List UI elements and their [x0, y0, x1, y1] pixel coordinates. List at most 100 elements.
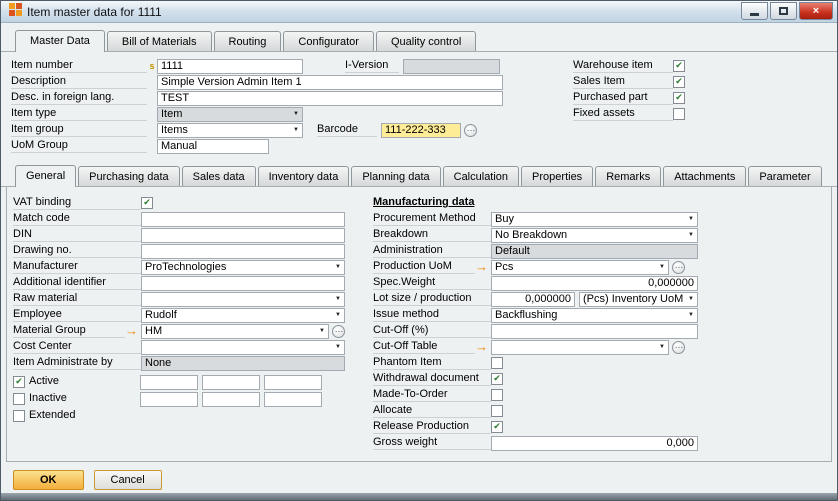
- tab-calculation[interactable]: Calculation: [443, 166, 519, 186]
- tab-configurator[interactable]: Configurator: [283, 31, 374, 51]
- dropdown-arrow-icon[interactable]: ▼: [656, 344, 665, 350]
- dropdown-arrow-icon[interactable]: ▼: [332, 264, 341, 270]
- purchased-part-checkbox[interactable]: ✔: [673, 92, 685, 104]
- release-production-row: Release Production ✔: [373, 419, 698, 435]
- sales-item-checkbox[interactable]: ✔: [673, 76, 685, 88]
- active-range-field-2[interactable]: [202, 375, 260, 390]
- item-type-select[interactable]: Item ▼: [157, 107, 303, 122]
- link-arrow-icon[interactable]: →: [125, 325, 138, 337]
- dropdown-arrow-icon[interactable]: ▼: [332, 312, 341, 318]
- lot-size-uom-select[interactable]: (Pcs) Inventory UoM ▼: [579, 292, 698, 307]
- dropdown-arrow-icon[interactable]: ▼: [290, 127, 299, 133]
- fixed-assets-row: Fixed assets: [573, 106, 685, 122]
- dropdown-arrow-icon[interactable]: ▼: [332, 296, 341, 302]
- dropdown-arrow-icon[interactable]: ▼: [685, 232, 694, 238]
- dropdown-arrow-icon[interactable]: ▼: [316, 328, 325, 334]
- item-administrate-by-field[interactable]: [141, 356, 345, 371]
- tab-routing[interactable]: Routing: [214, 31, 282, 51]
- production-uom-selector-icon[interactable]: …: [672, 261, 685, 274]
- withdrawal-document-checkbox[interactable]: ✔: [491, 373, 503, 385]
- detail-tabstrip: General Purchasing data Sales data Inven…: [1, 165, 837, 187]
- link-arrow-icon[interactable]: →: [475, 261, 488, 273]
- material-group-label-cell: Material Group →: [13, 324, 141, 338]
- gross-weight-row: Gross weight: [373, 435, 698, 451]
- tab-general[interactable]: General: [15, 165, 76, 187]
- link-arrow-icon[interactable]: →: [475, 341, 488, 353]
- dropdown-arrow-icon[interactable]: ▼: [656, 264, 665, 270]
- made-to-order-checkbox[interactable]: [491, 389, 503, 401]
- minimize-button[interactable]: [741, 2, 768, 20]
- maximize-button[interactable]: [770, 2, 797, 20]
- item-group-select[interactable]: Items ▼: [157, 123, 303, 138]
- vat-binding-checkbox[interactable]: ✔: [141, 197, 153, 209]
- active-checkbox[interactable]: ✔: [13, 376, 25, 388]
- phantom-item-checkbox[interactable]: [491, 357, 503, 369]
- din-field[interactable]: [141, 228, 345, 243]
- inactive-checkbox[interactable]: [13, 393, 25, 405]
- tab-bill-of-materials[interactable]: Bill of Materials: [107, 31, 212, 51]
- material-group-selector-icon[interactable]: …: [332, 325, 345, 338]
- uom-group-field[interactable]: [157, 139, 269, 154]
- dropdown-arrow-icon[interactable]: ▼: [290, 111, 299, 117]
- description-field[interactable]: [157, 75, 503, 90]
- fixed-assets-checkbox[interactable]: [673, 108, 685, 120]
- material-group-select[interactable]: HM ▼: [141, 324, 329, 339]
- tab-master-data[interactable]: Master Data: [15, 30, 105, 52]
- tab-quality-control[interactable]: Quality control: [376, 31, 476, 51]
- barcode-selector-icon[interactable]: …: [464, 124, 477, 137]
- tab-inventory-data[interactable]: Inventory data: [258, 166, 350, 186]
- cut-off-percent-field[interactable]: [491, 324, 698, 339]
- close-button[interactable]: ×: [799, 2, 833, 20]
- cost-center-row: Cost Center ▼: [13, 339, 365, 355]
- production-uom-select[interactable]: Pcs ▼: [491, 260, 669, 275]
- issue-method-select[interactable]: Backflushing ▼: [491, 308, 698, 323]
- inactive-range-field-2[interactable]: [202, 392, 260, 407]
- dropdown-arrow-icon[interactable]: ▼: [332, 344, 341, 350]
- active-range-field-3[interactable]: [264, 375, 322, 390]
- header-form: Item number s I-Version Description Desc…: [1, 52, 837, 159]
- barcode-field[interactable]: [381, 123, 461, 138]
- phantom-item-label: Phantom Item: [373, 356, 491, 370]
- cancel-button[interactable]: Cancel: [94, 470, 162, 490]
- extended-checkbox[interactable]: [13, 410, 25, 422]
- breakdown-select[interactable]: No Breakdown ▼: [491, 228, 698, 243]
- titlebar[interactable]: Item master data for 1111 ×: [1, 1, 837, 23]
- dropdown-arrow-icon[interactable]: ▼: [685, 296, 694, 302]
- inactive-range-field-1[interactable]: [140, 392, 198, 407]
- tab-planning-data[interactable]: Planning data: [351, 166, 440, 186]
- raw-material-label: Raw material: [13, 292, 141, 306]
- cut-off-table-selector-icon[interactable]: …: [672, 341, 685, 354]
- allocate-checkbox[interactable]: [491, 405, 503, 417]
- i-version-field[interactable]: [403, 59, 500, 74]
- tab-purchasing-data[interactable]: Purchasing data: [78, 166, 180, 186]
- active-range-field-1[interactable]: [140, 375, 198, 390]
- dropdown-arrow-icon[interactable]: ▼: [685, 216, 694, 222]
- tab-remarks[interactable]: Remarks: [595, 166, 661, 186]
- tab-sales-data[interactable]: Sales data: [182, 166, 256, 186]
- match-code-field[interactable]: [141, 212, 345, 227]
- procurement-method-select[interactable]: Buy ▼: [491, 212, 698, 227]
- general-left-column: VAT binding ✔ Match code DIN Drawing no.…: [13, 195, 365, 451]
- tab-attachments[interactable]: Attachments: [663, 166, 746, 186]
- drawing-no-field[interactable]: [141, 244, 345, 259]
- gross-weight-field[interactable]: [491, 436, 698, 451]
- employee-select[interactable]: Rudolf ▼: [141, 308, 345, 323]
- administration-field[interactable]: [491, 244, 698, 259]
- manufacturer-select[interactable]: ProTechnologies ▼: [141, 260, 345, 275]
- foreign-description-field[interactable]: [157, 91, 503, 106]
- item-number-field[interactable]: [157, 59, 303, 74]
- raw-material-select[interactable]: ▼: [141, 292, 345, 307]
- tab-parameter[interactable]: Parameter: [748, 166, 821, 186]
- cut-off-table-select[interactable]: ▼: [491, 340, 669, 355]
- ok-button[interactable]: OK: [13, 470, 84, 490]
- spec-weight-field[interactable]: [491, 276, 698, 291]
- additional-identifier-field[interactable]: [141, 276, 345, 291]
- dropdown-arrow-icon[interactable]: ▼: [685, 312, 694, 318]
- tab-properties[interactable]: Properties: [521, 166, 593, 186]
- cost-center-select[interactable]: ▼: [141, 340, 345, 355]
- lot-size-field[interactable]: [491, 292, 575, 307]
- manufacturing-heading-row: Manufacturing data: [373, 195, 698, 211]
- warehouse-item-checkbox[interactable]: ✔: [673, 60, 685, 72]
- inactive-range-field-3[interactable]: [264, 392, 322, 407]
- release-production-checkbox[interactable]: ✔: [491, 421, 503, 433]
